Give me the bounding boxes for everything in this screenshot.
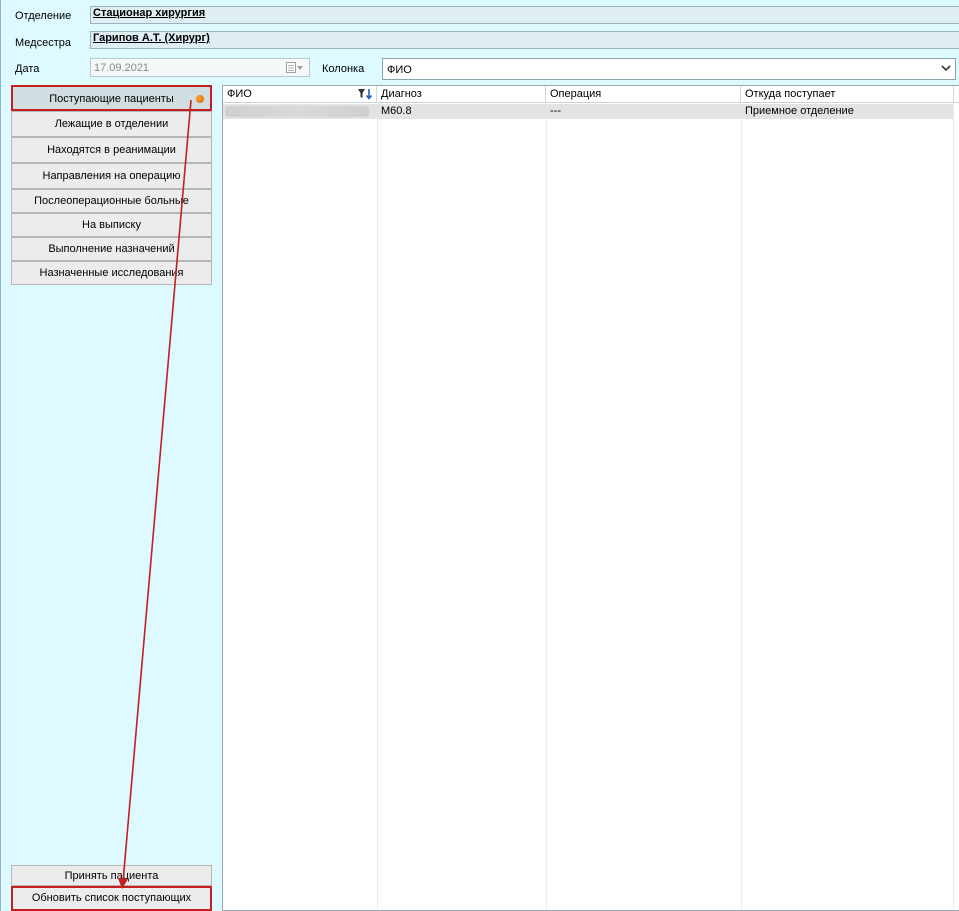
- column-divider: [377, 102, 378, 910]
- refresh-incoming-button[interactable]: Обновить список поступающих: [11, 886, 212, 911]
- app-window: Отделение Стационар хирургия Медсестра Г…: [0, 0, 959, 911]
- nav-discharge[interactable]: На выписку: [11, 213, 212, 237]
- sidebar-nav: Поступающие пациенты Лежащие в отделении…: [11, 85, 212, 285]
- nav-discharge-label: На выписку: [82, 219, 141, 231]
- nav-incoming-patients-label: Поступающие пациенты: [49, 93, 174, 105]
- accept-patient-button[interactable]: Принять пациента: [11, 865, 212, 886]
- col-header-diagnosis-label: Диагноз: [381, 88, 422, 100]
- cell-operation: ---: [550, 105, 561, 117]
- department-field[interactable]: Стационар хирургия: [90, 6, 959, 24]
- accept-patient-label: Принять пациента: [64, 870, 159, 882]
- nav-surgery-referrals-label: Направления на операцию: [42, 170, 181, 182]
- nurse-value: Гарипов А.Т. (Хирург): [93, 32, 210, 44]
- date-picker[interactable]: 17.09.2021: [90, 58, 310, 77]
- cell-source: Приемное отделение: [745, 105, 854, 117]
- nav-assigned-tests[interactable]: Назначенные исследования: [11, 261, 212, 285]
- patients-grid[interactable]: ФИО Диагноз Операция Откуда поступает M6…: [222, 85, 959, 911]
- status-dot-icon: [196, 95, 204, 103]
- nav-surgery-referrals[interactable]: Направления на операцию: [11, 163, 212, 189]
- column-divider: [546, 102, 547, 910]
- nav-postop-patients[interactable]: Послеоперационные больные: [11, 189, 212, 213]
- grid-header: ФИО Диагноз Операция Откуда поступает: [223, 86, 959, 103]
- column-divider: [953, 102, 954, 910]
- nav-prescriptions-label: Выполнение назначений: [48, 243, 175, 255]
- col-header-fio-label: ФИО: [227, 88, 252, 100]
- nav-in-department[interactable]: Лежащие в отделении: [11, 111, 212, 137]
- redacted-name: [225, 106, 369, 117]
- nav-in-icu[interactable]: Находятся в реанимации: [11, 137, 212, 163]
- col-header-operation[interactable]: Операция: [546, 86, 741, 102]
- chevron-down-icon: [941, 65, 951, 72]
- table-row[interactable]: M60.8 --- Приемное отделение: [223, 104, 953, 119]
- nurse-field[interactable]: Гарипов А.Т. (Хирург): [90, 31, 959, 49]
- nav-assigned-tests-label: Назначенные исследования: [39, 267, 184, 279]
- department-label: Отделение: [15, 10, 72, 22]
- column-divider: [741, 102, 742, 910]
- nav-prescriptions[interactable]: Выполнение назначений: [11, 237, 212, 261]
- department-value: Стационар хирургия: [93, 7, 206, 19]
- cell-diagnosis: M60.8: [381, 105, 412, 117]
- date-value: 17.09.2021: [94, 62, 150, 74]
- nurse-label: Медсестра: [15, 37, 71, 49]
- col-header-diagnosis[interactable]: Диагноз: [377, 86, 546, 102]
- date-label: Дата: [15, 63, 40, 75]
- column-label: Колонка: [322, 63, 365, 75]
- calendar-icon[interactable]: [286, 62, 304, 74]
- cell-fio: [223, 104, 377, 119]
- nav-in-icu-label: Находятся в реанимации: [47, 144, 176, 156]
- col-header-fio[interactable]: ФИО: [223, 86, 377, 102]
- column-select-value: ФИО: [387, 64, 412, 76]
- filter-sort-icon[interactable]: [358, 88, 372, 100]
- column-select[interactable]: ФИО: [382, 58, 956, 80]
- col-header-source-label: Откуда поступает: [745, 88, 836, 100]
- refresh-incoming-label: Обновить список поступающих: [31, 892, 192, 904]
- col-header-source[interactable]: Откуда поступает: [741, 86, 954, 102]
- nav-postop-patients-label: Послеоперационные больные: [34, 195, 189, 207]
- col-header-operation-label: Операция: [550, 88, 602, 100]
- nav-in-department-label: Лежащие в отделении: [54, 118, 169, 130]
- nav-incoming-patients[interactable]: Поступающие пациенты: [11, 85, 212, 111]
